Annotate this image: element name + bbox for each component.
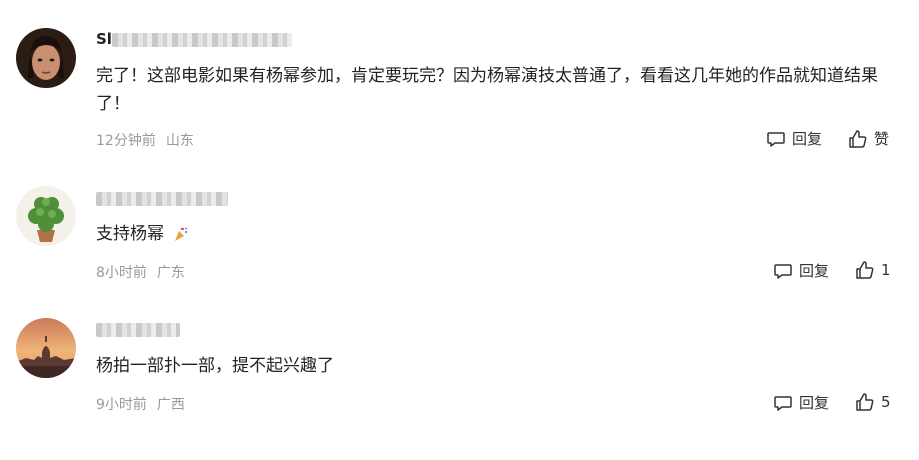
comment-bubble-icon	[774, 395, 792, 411]
thumbs-up-icon	[856, 261, 874, 279]
comment-text: 支持杨幂	[96, 220, 891, 248]
reply-button[interactable]: 回复	[773, 392, 829, 413]
comment-text-content: 支持杨幂	[96, 224, 164, 244]
comment-bubble-icon	[774, 263, 792, 279]
comment-location: 广东	[156, 265, 185, 281]
like-button[interactable]: 赞	[848, 128, 889, 149]
user-avatar[interactable]	[16, 186, 76, 246]
user-avatar[interactable]	[16, 28, 76, 88]
reply-button[interactable]: 回复	[773, 260, 829, 281]
comment-time: 8小时前	[96, 265, 147, 281]
comment-location: 山东	[165, 133, 194, 149]
comment-item: 支持杨幂 8小时前 广东 回复 1	[0, 170, 919, 300]
thumbs-up-icon	[856, 393, 874, 411]
comment-location: 广西	[156, 397, 185, 413]
user-name[interactable]: Sl	[96, 30, 112, 48]
comment-text: 完了！这部电影如果有杨幂参加，肯定要玩完？因为杨幂演技太普通了，看看这几年她的作…	[96, 66, 878, 114]
comment-item: Sl 完了！这部电影如果有杨幂参加，肯定要玩完？因为杨幂演技太普通了，看看这几年…	[0, 0, 919, 170]
like-button[interactable]: 5	[855, 392, 891, 412]
comment-meta: 8小时前 广东	[96, 262, 185, 282]
comment-text: 杨拍一部扑一部，提不起兴趣了	[96, 356, 334, 376]
masked-username	[96, 323, 180, 337]
user-avatar[interactable]	[16, 318, 76, 378]
like-count: 5	[881, 393, 891, 411]
reply-label: 回复	[792, 130, 823, 148]
reply-button[interactable]: 回复	[766, 128, 822, 149]
reply-label: 回复	[799, 394, 830, 412]
comment-meta: 12分钟前 山东	[96, 130, 194, 150]
like-label: 赞	[874, 130, 890, 148]
thumbs-up-icon	[849, 129, 867, 148]
comment-item: 杨拍一部扑一部，提不起兴趣了 9小时前 广西 回复 5	[0, 300, 919, 440]
comment-time: 9小时前	[96, 397, 147, 413]
comment-time: 12分钟前	[96, 133, 156, 149]
masked-username	[112, 33, 292, 47]
masked-username	[96, 192, 228, 206]
like-count: 1	[881, 261, 891, 279]
comment-meta: 9小时前 广西	[96, 394, 185, 414]
reply-label: 回复	[799, 262, 830, 280]
comment-bubble-icon	[767, 131, 785, 147]
party-popper-icon	[175, 227, 188, 241]
like-button[interactable]: 1	[855, 260, 891, 280]
